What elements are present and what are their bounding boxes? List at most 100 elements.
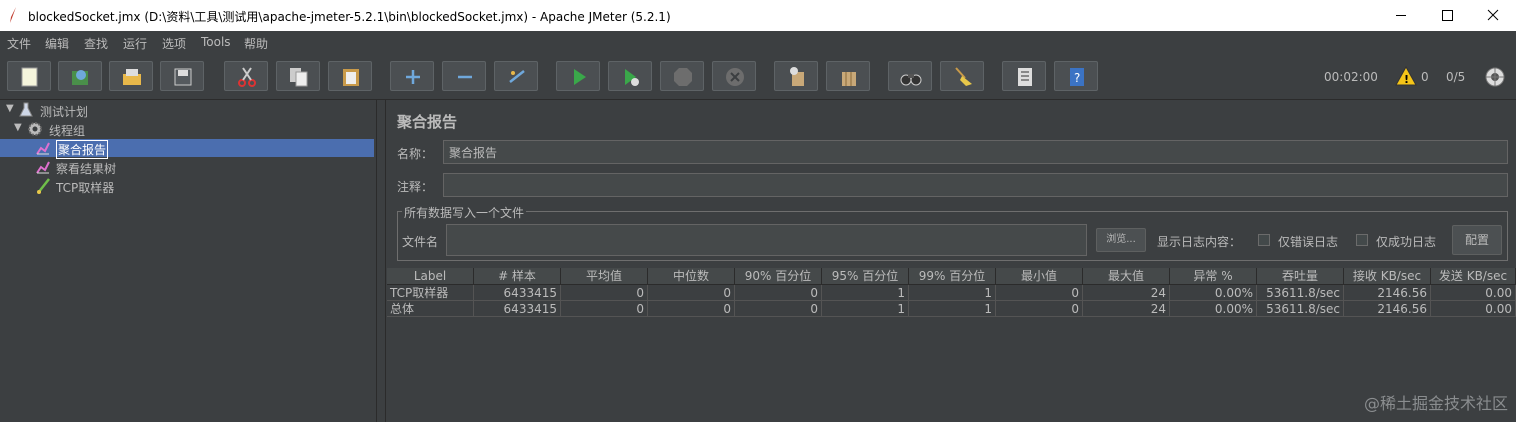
success-only-checkbox[interactable] [1356,234,1368,246]
table-cell: 24 [1083,285,1170,301]
stop-button[interactable] [660,61,704,91]
open-icon [123,69,141,85]
table-header: Label # 样本 平均值 中位数 90% 百分位 95% 百分位 99% 百… [387,268,1516,285]
errors-only-checkbox[interactable] [1258,234,1270,246]
name-input[interactable]: 聚合报告 [443,140,1508,164]
jmeter-feather-icon [10,7,16,23]
search-button[interactable] [888,61,932,91]
split-pane-divider[interactable] [376,100,386,422]
expand-arrow-icon[interactable]: ▼ [6,103,14,114]
tree-item-aggregate-report[interactable]: 聚合报告 [0,139,374,159]
remote-status-icon [1485,67,1505,87]
thread-count: 0/5 [1446,70,1466,84]
table-cell: 1 [909,285,996,301]
clear-all-icon [842,72,856,86]
column-header-max[interactable]: 最大值 [1083,268,1170,284]
reset-search-icon [955,67,972,86]
table-cell: 53611.8/sec [1257,301,1344,317]
minimize-icon [1396,15,1406,16]
start-no-pause-icon [625,69,639,86]
column-header-p99[interactable]: 99% 百分位 [909,268,996,284]
table-cell: 0.00% [1170,285,1257,301]
open-button[interactable] [109,61,153,91]
tree-item-view-results-tree[interactable]: 察看结果树 [0,158,376,176]
menu-help[interactable]: 帮助 [244,35,268,52]
start-no-pause-button[interactable] [608,61,652,91]
templates-icon [72,70,88,85]
file-output-legend: 所有数据写入一个文件 [402,204,527,221]
menu-search[interactable]: 查找 [84,35,108,52]
column-header-samples[interactable]: # 样本 [474,268,561,284]
tree-item-label: 察看结果树 [56,162,117,176]
paste-button[interactable] [328,61,372,91]
shutdown-icon [726,68,744,86]
cut-button[interactable] [224,61,268,91]
column-header-error-pct[interactable]: 异常 % [1170,268,1257,284]
menu-options[interactable]: 选项 [162,35,186,52]
help-button[interactable]: ? [1054,61,1098,91]
clear-button[interactable] [774,61,818,91]
tree-item-test-plan[interactable]: ▼ 测试计划 [0,101,376,119]
elapsed-time: 00:02:00 [1324,70,1378,84]
column-header-throughput[interactable]: 吞吐量 [1257,268,1344,284]
tree-item-label: 聚合报告 [56,140,109,159]
help-icon: ? [1070,68,1084,86]
success-only-label: 仅成功日志 [1376,235,1437,249]
column-header-label[interactable]: Label [387,268,474,284]
panel-title: 聚合报告 [397,113,458,131]
thread-group-icon [28,122,42,136]
menu-file[interactable]: 文件 [7,35,31,52]
table-cell: 0 [561,285,648,301]
table-cell: 6433415 [474,301,561,317]
minimize-button[interactable] [1378,0,1424,31]
table-cell: 0.00 [1431,285,1516,301]
menu-edit[interactable]: 编辑 [45,35,69,52]
toggle-button[interactable] [494,61,538,91]
column-header-p90[interactable]: 90% 百分位 [735,268,822,284]
table-row[interactable]: 总体 6433415 0 0 0 1 1 0 24 0.00% 53611.8/… [387,301,1516,317]
expand-arrow-icon[interactable]: ▼ [14,122,22,133]
menu-tools[interactable]: Tools [201,35,231,49]
close-button[interactable] [1470,0,1516,31]
table-cell: 0.00 [1431,301,1516,317]
start-button[interactable] [556,61,600,91]
toolbar: ? 00:02:00 ! 0 0/5 [0,53,1516,100]
function-helper-button[interactable] [1002,61,1046,91]
collapse-all-button[interactable] [442,61,486,91]
clear-all-button[interactable] [826,61,870,91]
stop-icon [674,68,692,86]
templates-button[interactable] [58,61,102,91]
column-header-average[interactable]: 平均值 [561,268,648,284]
column-header-received[interactable]: 接收 KB/sec [1344,268,1431,284]
table-cell: 0 [648,301,735,317]
maximize-button[interactable] [1424,0,1470,31]
toggle-icon [509,70,525,83]
shutdown-button[interactable] [712,61,756,91]
tree-item-thread-group[interactable]: ▼ 线程组 [0,120,376,138]
warning-icon[interactable]: ! [1395,66,1417,86]
window-title: blockedSocket.jmx (D:\资料\工具\测试用\apache-j… [28,10,671,24]
column-header-sent[interactable]: 发送 KB/sec [1431,268,1516,284]
table-row[interactable]: TCP取样器 6433415 0 0 0 1 1 0 24 0.00% 5361… [387,285,1516,301]
column-header-min[interactable]: 最小值 [996,268,1083,284]
save-button[interactable] [160,61,204,91]
new-button[interactable] [7,61,51,91]
table-cell: 0 [735,285,822,301]
configure-button[interactable]: 配置 [1452,225,1502,255]
comment-input[interactable] [443,173,1508,197]
reset-search-button[interactable] [940,61,984,91]
cut-icon [238,67,256,87]
start-icon [574,69,586,85]
table-cell: 1 [822,285,909,301]
expand-all-button[interactable] [390,61,434,91]
filename-input[interactable] [446,224,1087,256]
menu-run[interactable]: 运行 [123,35,147,52]
tree-item-label: TCP取样器 [56,181,115,195]
search-icon [900,74,922,86]
column-header-median[interactable]: 中位数 [648,268,735,284]
column-header-p95[interactable]: 95% 百分位 [822,268,909,284]
tree-item-tcp-sampler[interactable]: TCP取样器 [0,177,376,195]
copy-button[interactable] [276,61,320,91]
table-cell: 53611.8/sec [1257,285,1344,301]
browse-button[interactable]: 浏览... [1096,228,1146,252]
